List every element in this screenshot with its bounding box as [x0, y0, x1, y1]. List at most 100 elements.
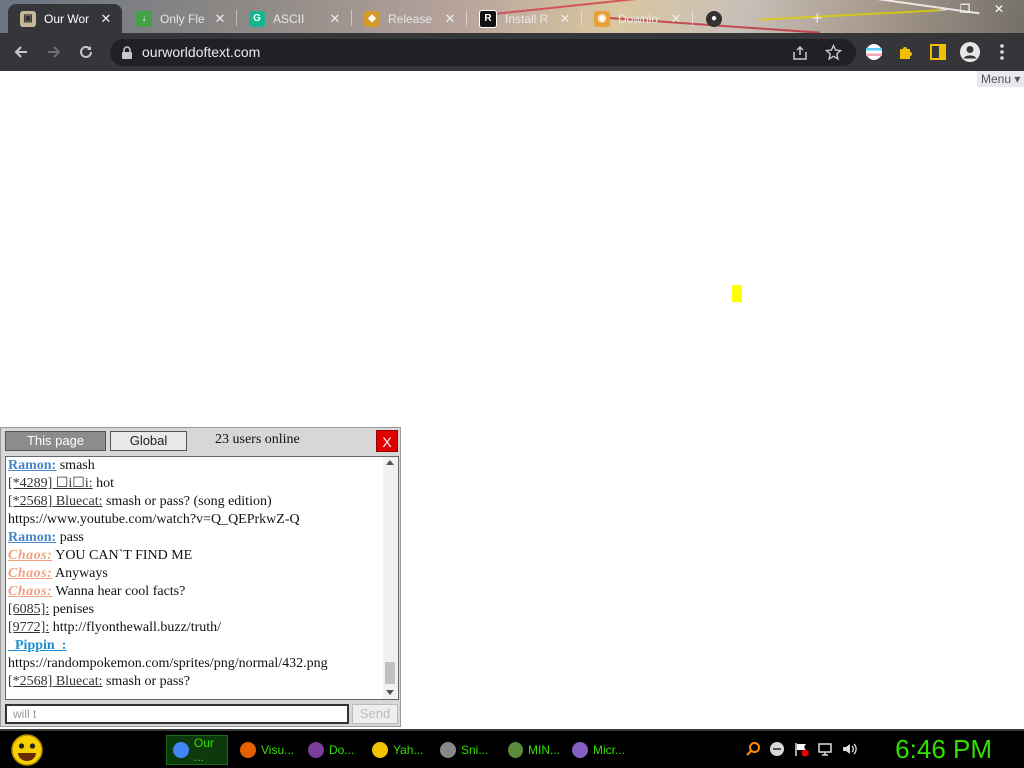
close-icon[interactable]: ✕: [557, 11, 573, 27]
tab-install-r[interactable]: R Install R ✕: [467, 4, 581, 33]
snipping-tool-icon: [440, 742, 456, 758]
chat-message-text: Wanna hear cool facts?: [52, 584, 186, 599]
close-icon[interactable]: ✕: [668, 11, 684, 27]
forward-button[interactable]: [42, 40, 66, 64]
chat-username[interactable]: Chaos:: [8, 584, 52, 599]
chat-message-text: pass: [56, 530, 84, 545]
taskbar-item-label: Sni...: [461, 743, 489, 757]
chat-username[interactable]: Chaos:: [8, 548, 52, 563]
tab-title: ASCII: [273, 11, 305, 26]
scrollbar-thumb[interactable]: [385, 662, 395, 684]
tab-title: Only Fle: [160, 11, 205, 26]
scroll-up-arrow-icon[interactable]: [386, 460, 394, 465]
github-icon: ●: [706, 10, 722, 27]
start-button-smiley-icon[interactable]: [8, 733, 46, 767]
chat-tab-this-page[interactable]: This page: [5, 431, 106, 451]
chat-tab-global[interactable]: Global: [110, 431, 187, 451]
tab-title: Install R: [505, 11, 549, 26]
network-icon[interactable]: [817, 741, 833, 757]
status-icon[interactable]: [769, 741, 785, 757]
taskbar-item[interactable]: Do...: [302, 735, 360, 765]
chat-message: Chaos: YOU CAN`T FIND ME: [8, 547, 380, 565]
close-icon[interactable]: ✕: [212, 11, 228, 27]
chat-username[interactable]: [6085]:: [8, 602, 49, 617]
theme-streak: [760, 9, 940, 21]
menu-button[interactable]: Menu ▾: [977, 71, 1024, 87]
chat-close-button[interactable]: X: [376, 430, 398, 452]
side-panel-button[interactable]: [926, 40, 950, 64]
grammarly-icon: G: [249, 10, 265, 27]
url-text: ourworldoftext.com: [142, 44, 261, 60]
release-icon: ◆: [364, 10, 380, 27]
new-tab-button[interactable]: +: [812, 4, 840, 33]
taskbar-item-label: MIN...: [528, 743, 560, 757]
action-center-flag-icon[interactable]: [793, 741, 809, 757]
address-bar[interactable]: ourworldoftext.com: [110, 39, 856, 66]
chat-message: [*4289] ☐i☐i: hot: [8, 475, 380, 493]
kebab-menu-icon: [1000, 44, 1004, 60]
chat-message: [*2568] Bluecat: smash or pass? (song ed…: [8, 493, 380, 529]
taskbar-item[interactable]: Visu...: [234, 735, 296, 765]
chat-message-text: https://randompokemon.com/sprites/png/no…: [8, 656, 328, 671]
chat-message: [9772]: http://flyonthewall.buzz/truth/: [8, 619, 380, 637]
star-icon[interactable]: [825, 44, 842, 61]
tab-ascii[interactable]: G ASCII ✕: [237, 4, 351, 33]
tab-only-fle[interactable]: ↓ Only Fle ✕: [124, 4, 236, 33]
scroll-down-arrow-icon[interactable]: [386, 690, 394, 695]
tab-github[interactable]: ●: [694, 4, 734, 33]
share-icon[interactable]: [792, 45, 808, 61]
back-button[interactable]: [9, 40, 33, 64]
chat-message: _Pippin_: https://randompokemon.com/spri…: [8, 637, 380, 673]
chat-panel: This page Global 23 users online X Ramon…: [0, 427, 401, 727]
reload-icon: [80, 45, 92, 58]
chat-username[interactable]: [*2568] Bluecat:: [8, 494, 102, 509]
taskbar-clock[interactable]: 6:46 PM: [880, 734, 992, 765]
chat-username[interactable]: Ramon:: [8, 530, 56, 545]
chat-username[interactable]: _Pippin_:: [8, 638, 66, 653]
taskbar-item-label: Do...: [329, 743, 355, 757]
page-icon: ▣: [20, 10, 36, 27]
tab-title: Release: [388, 11, 433, 26]
taskbar-item[interactable]: Yah...: [366, 735, 428, 765]
chat-message-text: hot: [92, 476, 114, 491]
puzzle-icon: [900, 47, 912, 59]
restore-button[interactable]: ❐: [952, 0, 978, 18]
send-button[interactable]: Send: [352, 704, 398, 724]
taskbar-item[interactable]: Our ...: [166, 735, 228, 765]
more-options-button[interactable]: [990, 40, 1014, 64]
avatar-icon: [960, 42, 980, 62]
tab-downlo[interactable]: ◉ Downlo ✕: [582, 4, 692, 33]
chat-message: Ramon: pass: [8, 529, 380, 547]
tab-release[interactable]: ◆ Release ✕: [352, 4, 466, 33]
extensions-button[interactable]: [894, 40, 918, 64]
close-icon[interactable]: ✕: [442, 11, 458, 27]
chat-message-text: Anyways: [52, 566, 108, 581]
taskbar-item[interactable]: MIN...: [502, 735, 560, 765]
chrome-icon: [173, 742, 189, 758]
chat-log[interactable]: Ramon: smash [*4289] ☐i☐i: hot [*2568] Blu…: [5, 456, 399, 700]
visual-studio-icon: [572, 742, 588, 758]
close-icon[interactable]: ✕: [327, 11, 343, 27]
tab-separator: [692, 10, 693, 26]
window-close-button[interactable]: ✕: [984, 0, 1014, 18]
chat-username[interactable]: Chaos:: [8, 566, 52, 581]
chat-message-text: YOU CAN`T FIND ME: [52, 548, 193, 563]
chat-message: Chaos: Anyways: [8, 565, 380, 583]
chat-username[interactable]: [*2568] Bluecat:: [8, 674, 102, 689]
reload-button[interactable]: [74, 40, 98, 64]
users-online-count: 23 users online: [215, 432, 300, 447]
volume-icon[interactable]: [841, 741, 857, 757]
chat-message-text: smash: [56, 458, 95, 473]
taskbar-item[interactable]: Sni...: [434, 735, 496, 765]
chat-username[interactable]: Ramon:: [8, 458, 56, 473]
taskbar-item[interactable]: Micr...: [566, 735, 628, 765]
chat-input[interactable]: will t: [5, 704, 349, 724]
close-icon[interactable]: ✕: [98, 11, 114, 27]
search-icon[interactable]: [745, 741, 761, 757]
chat-username[interactable]: [9772]:: [8, 620, 49, 635]
chat-username[interactable]: [*4289] ☐i☐i:: [8, 476, 93, 491]
profile-button[interactable]: [958, 40, 982, 64]
extension-flag-button[interactable]: [862, 40, 886, 64]
tab-our-world-of-text[interactable]: ▣ Our Wor ✕: [8, 4, 122, 33]
chat-scrollbar[interactable]: [383, 457, 398, 699]
